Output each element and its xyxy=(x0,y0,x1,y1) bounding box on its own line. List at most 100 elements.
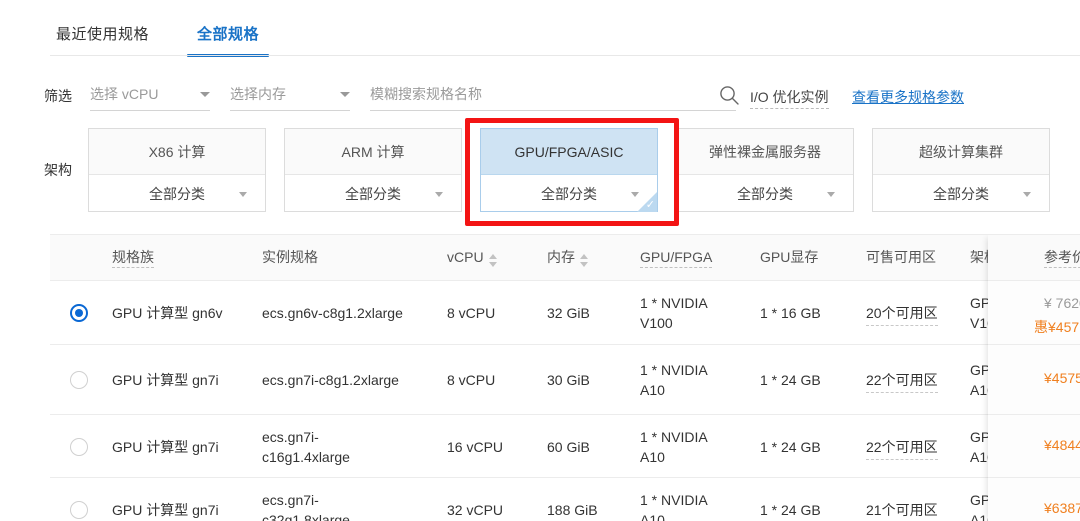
cell-zones[interactable]: 21个可用区 xyxy=(866,500,938,521)
cell-gpu-fpga: 1 * NVIDIA A10 xyxy=(640,492,708,521)
cell-gpu-memory: 1 * 24 GB xyxy=(760,439,821,455)
price-discounted: ¥6387 xyxy=(1044,500,1080,516)
tab-recent-specs-label: 最近使用规格 xyxy=(56,26,150,43)
column-header-zones: 可售可用区 xyxy=(866,249,936,265)
cell-vcpu: 16 vCPU xyxy=(447,439,504,455)
price-original: ¥ 7620 xyxy=(1044,295,1080,311)
cell-gpu-memory: 1 * 24 GB xyxy=(760,502,821,518)
tab-all-specs-label: 全部规格 xyxy=(197,26,260,43)
cell-vcpu: 32 vCPU xyxy=(447,502,504,518)
architecture-row: 架构 X86 计算 全部分类 ARM 计算 全部分类 GPU/FPGA/ASIC… xyxy=(44,128,1080,220)
price-discounted: ¥4844 xyxy=(1044,437,1080,453)
arch-card-scc-category-label: 全部分类 xyxy=(933,185,989,202)
chevron-down-icon xyxy=(1023,191,1031,197)
instance-type-selector-page: 最近使用规格 全部规格 筛选 选择 vCPU 选择内存 模糊搜索规格名称 I/O… xyxy=(0,0,1080,521)
cell-memory: 30 GiB xyxy=(547,372,590,388)
column-header-price: 参考价 xyxy=(1044,235,1080,280)
memory-select[interactable]: 选择内存 xyxy=(230,78,350,111)
cell-family: GPU 计算型 gn6v xyxy=(112,305,223,321)
vcpu-select-placeholder: 选择 vCPU xyxy=(90,86,159,102)
row-radio[interactable] xyxy=(70,371,88,389)
cell-instance: ecs.gn7i-c8g1.2xlarge xyxy=(262,372,399,388)
price-column-sticky: 参考价 ¥ 7620 惠¥457 ¥4575 ¥4844 ¥6387 xyxy=(988,235,1080,521)
row-radio[interactable] xyxy=(70,438,88,456)
tab-all-specs[interactable]: 全部规格 xyxy=(187,23,270,57)
cell-instance: ecs.gn7i- c16g1.4xlarge xyxy=(262,429,350,465)
cell-zones[interactable]: 22个可用区 xyxy=(866,437,938,460)
more-spec-params-link[interactable]: 查看更多规格参数 xyxy=(852,87,964,107)
instance-spec-table: 规格族 实例规格 vCPU 内存 GPU/FPGA GPU显存 可售可用区 架构… xyxy=(50,234,1080,521)
arch-card-x86-category-label: 全部分类 xyxy=(149,185,205,202)
search-input-placeholder: 模糊搜索规格名称 xyxy=(370,86,482,102)
price-cell-row: ¥6387 xyxy=(988,478,1080,521)
spec-tabs: 最近使用规格 全部规格 xyxy=(50,10,1080,57)
price-discounted: 惠¥457 xyxy=(1034,319,1080,335)
column-header-gpu-memory: GPU显存 xyxy=(760,249,819,265)
arch-card-x86-title: X86 计算 xyxy=(89,129,265,175)
arch-card-arm-category-label: 全部分类 xyxy=(345,185,401,202)
memory-select-placeholder: 选择内存 xyxy=(230,86,286,102)
column-header-price-wrap: 参考价 xyxy=(988,235,1080,281)
table-row[interactable]: GPU 计算型 gn7i ecs.gn7i- c16g1.4xlarge 16 … xyxy=(50,415,1080,478)
column-header-gpu-fpga[interactable]: GPU/FPGA xyxy=(640,235,713,280)
arch-card-arm-category-select[interactable]: 全部分类 xyxy=(285,175,461,212)
cell-gpu-fpga: 1 * NVIDIA A10 xyxy=(640,429,708,465)
arch-card-ebm-category-label: 全部分类 xyxy=(737,185,793,202)
cell-memory: 32 GiB xyxy=(547,305,590,321)
cell-vcpu: 8 vCPU xyxy=(447,372,496,388)
column-header-memory[interactable]: 内存 xyxy=(547,235,590,280)
arch-card-x86-category-select[interactable]: 全部分类 xyxy=(89,175,265,212)
search-input[interactable]: 模糊搜索规格名称 xyxy=(370,78,736,111)
cell-family: GPU 计算型 gn7i xyxy=(112,372,219,388)
price-discounted: ¥4575 xyxy=(1044,370,1080,386)
cell-instance: ecs.gn7i- c32g1.8xlarge xyxy=(262,492,350,521)
column-header-instance: 实例规格 xyxy=(262,249,318,265)
arch-card-gpu-fpga-asic-category-select[interactable]: 全部分类 ✓ xyxy=(481,175,657,212)
cell-gpu-fpga: 1 * NVIDIA V100 xyxy=(640,295,708,331)
cell-memory: 188 GiB xyxy=(547,502,598,518)
cell-vcpu: 8 vCPU xyxy=(447,305,496,321)
chevron-down-icon xyxy=(200,91,210,97)
tabs-divider xyxy=(50,55,1080,56)
filter-row: 筛选 选择 vCPU 选择内存 模糊搜索规格名称 I/O 优化实例 查看更多规格… xyxy=(44,78,1080,114)
cell-gpu-memory: 1 * 24 GB xyxy=(760,372,821,388)
table-row[interactable]: GPU 计算型 gn7i ecs.gn7i- c32g1.8xlarge 32 … xyxy=(50,478,1080,521)
tab-recent-specs[interactable]: 最近使用规格 xyxy=(50,23,155,56)
arch-card-gpu-fpga-asic-title: GPU/FPGA/ASIC xyxy=(481,129,657,175)
arch-card-ebm-title: 弹性裸金属服务器 xyxy=(677,129,853,175)
check-icon: ✓ xyxy=(645,199,655,211)
price-cell-row: ¥4844 xyxy=(988,415,1080,478)
chevron-down-icon xyxy=(435,191,443,197)
arch-card-x86[interactable]: X86 计算 全部分类 xyxy=(88,128,266,212)
table-row[interactable]: GPU 计算型 gn7i ecs.gn7i-c8g1.2xlarge 8 vCP… xyxy=(50,345,1080,415)
table-row[interactable]: GPU 计算型 gn6v ecs.gn6v-c8g1.2xlarge 8 vCP… xyxy=(50,281,1080,345)
arch-card-gpu-fpga-asic[interactable]: GPU/FPGA/ASIC 全部分类 ✓ xyxy=(480,128,658,212)
cell-family: GPU 计算型 gn7i xyxy=(112,502,219,518)
cell-instance: ecs.gn6v-c8g1.2xlarge xyxy=(262,305,403,321)
io-optimized-label: I/O 优化实例 xyxy=(750,87,829,109)
search-icon[interactable] xyxy=(718,84,740,111)
column-header-family[interactable]: 规格族 xyxy=(112,235,154,280)
arch-card-ebm[interactable]: 弹性裸金属服务器 全部分类 xyxy=(676,128,854,212)
cell-zones[interactable]: 20个可用区 xyxy=(866,303,938,326)
cell-family: GPU 计算型 gn7i xyxy=(112,439,219,455)
arch-card-scc-category-select[interactable]: 全部分类 xyxy=(873,175,1049,212)
chevron-down-icon xyxy=(239,191,247,197)
arch-card-scc-title: 超级计算集群 xyxy=(873,129,1049,175)
row-radio-selected[interactable] xyxy=(70,304,88,322)
architecture-label: 架构 xyxy=(44,162,72,178)
cell-gpu-memory: 1 * 16 GB xyxy=(760,305,821,321)
cell-gpu-fpga: 1 * NVIDIA A10 xyxy=(640,362,708,398)
vcpu-select[interactable]: 选择 vCPU xyxy=(90,78,210,111)
arch-card-arm[interactable]: ARM 计算 全部分类 xyxy=(284,128,462,212)
column-header-vcpu[interactable]: vCPU xyxy=(447,235,499,280)
arch-card-scc[interactable]: 超级计算集群 全部分类 xyxy=(872,128,1050,212)
row-radio[interactable] xyxy=(70,501,88,519)
arch-card-ebm-category-select[interactable]: 全部分类 xyxy=(677,175,853,212)
chevron-down-icon xyxy=(340,91,350,97)
arch-card-arm-title: ARM 计算 xyxy=(285,129,461,175)
cell-zones[interactable]: 22个可用区 xyxy=(866,370,938,393)
price-cell-row: ¥4575 xyxy=(988,345,1080,415)
chevron-down-icon xyxy=(827,191,835,197)
cell-memory: 60 GiB xyxy=(547,439,590,455)
